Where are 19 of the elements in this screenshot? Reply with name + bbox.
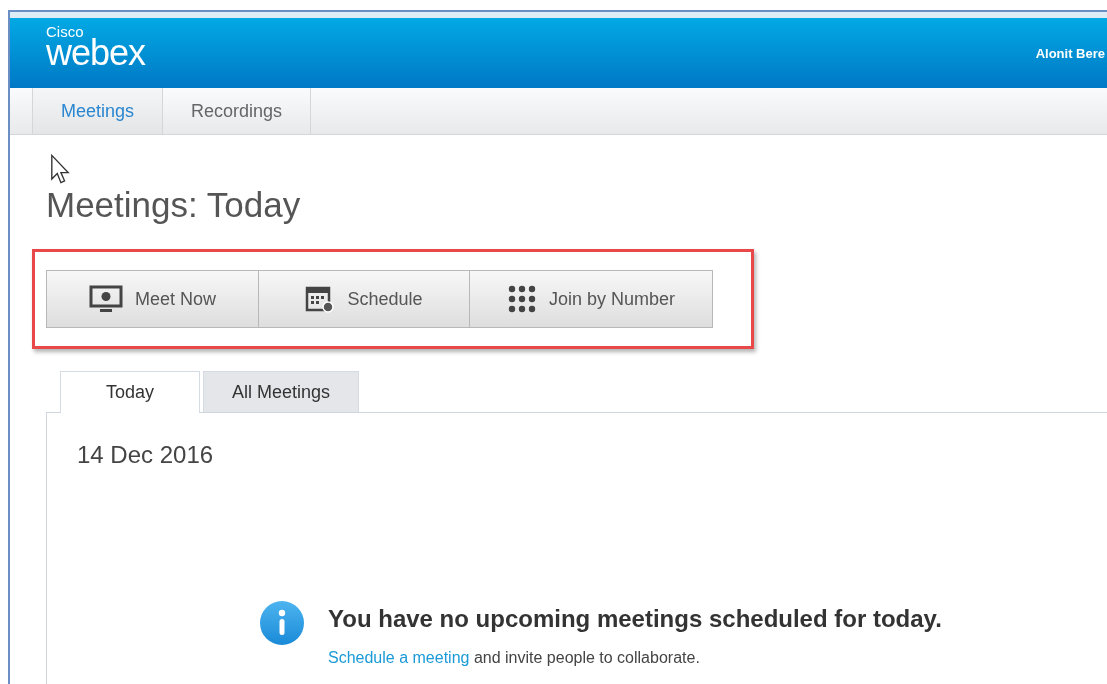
nav-tab[interactable]: Meetings (32, 88, 164, 134)
cursor-icon (50, 153, 70, 185)
calendar-icon (305, 284, 336, 314)
action-button[interactable]: Meet Now (46, 270, 259, 328)
info-icon (259, 600, 305, 646)
notice-title: You have no upcoming meetings scheduled for today. (328, 605, 942, 633)
schedule-link[interactable]: Schedule a meeting (328, 649, 470, 666)
keypad-icon (506, 285, 537, 313)
logo: Cisco webex (46, 23, 146, 71)
user-name[interactable]: Alonit Bere (1035, 45, 1105, 61)
nav-tab[interactable]: Recordings (162, 88, 312, 134)
action-button[interactable]: Join by Number (469, 270, 713, 328)
view-tab[interactable]: Today (60, 371, 201, 413)
notice-text: Schedule a meeting and invite people to collaborate. (328, 649, 701, 667)
action-button[interactable]: Schedule (258, 270, 470, 328)
monitor-icon (89, 284, 123, 314)
page-title: Meetings: Today (46, 187, 301, 223)
date-heading: 14 Dec 2016 (77, 441, 215, 469)
view-tab[interactable]: All Meetings (203, 371, 360, 412)
